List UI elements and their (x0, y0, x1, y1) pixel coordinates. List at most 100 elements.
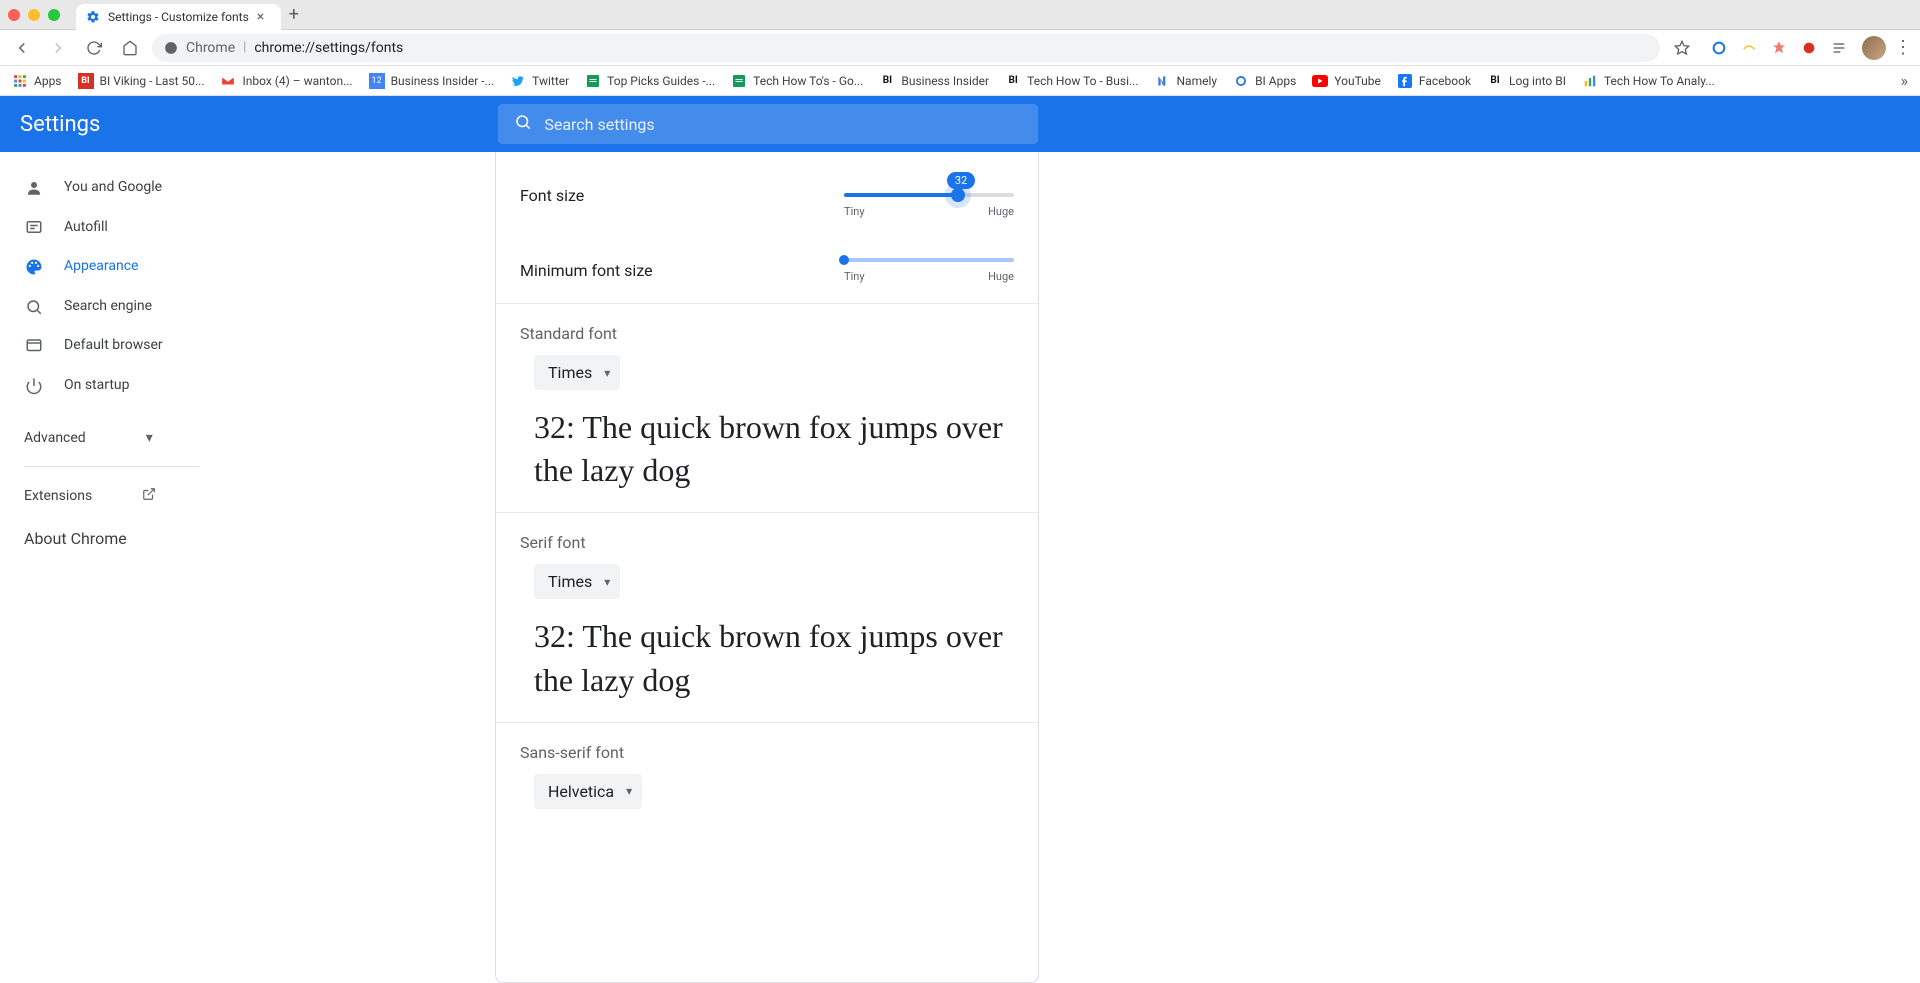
settings-main: Font size 32 Tiny Huge Minimum font size (256, 152, 1920, 983)
sheets-icon (585, 73, 601, 89)
bookmark-item[interactable]: Top Picks Guides -... (585, 73, 715, 89)
divider (24, 466, 199, 467)
extension-icon-4[interactable] (1800, 39, 1818, 57)
settings-sidebar: You and Google Autofill Appearance Searc… (0, 152, 256, 983)
sidebar-about-chrome[interactable]: About Chrome (0, 517, 256, 560)
bookmark-item[interactable]: BIBusiness Insider (879, 73, 989, 89)
bookmark-item[interactable]: Twitter (510, 73, 569, 89)
sidebar-item-on-startup[interactable]: On startup (0, 366, 248, 406)
bi-icon: BI (1005, 73, 1021, 89)
settings-header: Settings Search settings (0, 96, 1920, 152)
min-font-size-row: Minimum font size Tiny Huge (496, 238, 1038, 304)
tab-title: Settings - Customize fonts (108, 10, 249, 24)
minimize-window-button[interactable] (28, 9, 40, 21)
power-icon (24, 377, 44, 395)
sans-serif-font-select[interactable]: Helvetica (534, 774, 642, 809)
external-link-icon (142, 487, 156, 505)
extension-icon-2[interactable] (1740, 39, 1758, 57)
chevron-down-icon: ▾ (146, 430, 153, 446)
bookmark-item[interactable]: BIBI Viking - Last 50... (78, 73, 205, 89)
standard-font-select[interactable]: Times (534, 355, 620, 390)
reading-list-icon[interactable] (1830, 39, 1848, 57)
traffic-lights (8, 9, 60, 21)
font-size-label: Font size (520, 186, 584, 205)
sidebar-item-appearance[interactable]: Appearance (0, 247, 248, 287)
sidebar-extensions[interactable]: Extensions (0, 475, 256, 517)
sidebar-advanced-toggle[interactable]: Advanced▾ (0, 418, 256, 458)
font-size-row: Font size 32 Tiny Huge (496, 152, 1038, 238)
site-info-icon[interactable] (164, 41, 178, 55)
extension-icon-3[interactable] (1770, 39, 1788, 57)
omnibox-prefix: Chrome (186, 40, 235, 56)
analytics-icon (1582, 73, 1598, 89)
gear-icon (86, 10, 100, 24)
sidebar-item-search-engine[interactable]: Search engine (0, 287, 248, 327)
min-font-size-slider[interactable]: Tiny Huge (844, 258, 1014, 283)
bookmark-item[interactable]: Tech How To's - Go... (731, 73, 863, 89)
bi-icon: BI (78, 73, 94, 89)
slider-thumb[interactable] (951, 188, 965, 202)
star-icon[interactable] (1668, 34, 1696, 62)
sidebar-item-you-and-google[interactable]: You and Google (0, 168, 248, 208)
profile-avatar[interactable] (1862, 36, 1886, 60)
bi-icon: BI (879, 73, 895, 89)
search-settings-input[interactable]: Search settings (498, 104, 1038, 144)
settings-title: Settings (20, 112, 100, 137)
bookmark-item[interactable]: 12Business Insider -... (369, 73, 495, 89)
namely-icon (1155, 73, 1171, 89)
sans-serif-font-title: Sans-serif font (496, 723, 1038, 774)
person-icon (24, 179, 44, 197)
bookmark-item[interactable]: Namely (1155, 73, 1218, 89)
sidebar-item-autofill[interactable]: Autofill (0, 208, 248, 248)
slider-thumb[interactable] (839, 255, 849, 265)
chrome-menu-button[interactable]: ⋮ (1894, 37, 1912, 58)
search-placeholder: Search settings (544, 115, 654, 134)
titlebar: Settings - Customize fonts × + (0, 0, 1920, 30)
forward-button[interactable] (44, 34, 72, 62)
autofill-icon (24, 218, 44, 236)
reload-button[interactable] (80, 34, 108, 62)
bookmark-item[interactable]: Inbox (4) – wanton... (220, 73, 352, 89)
calendar-icon: 12 (369, 73, 385, 89)
bookmarks-overflow-button[interactable]: » (1901, 71, 1909, 90)
close-tab-button[interactable]: × (257, 10, 271, 24)
fullscreen-window-button[interactable] (48, 9, 60, 21)
address-bar[interactable]: Chrome | chrome://settings/fonts (152, 34, 1660, 62)
search-icon (24, 298, 44, 316)
close-window-button[interactable] (8, 9, 20, 21)
bookmark-item[interactable]: BILog into BI (1487, 73, 1566, 89)
new-tab-button[interactable]: + (289, 4, 299, 25)
bookmark-item[interactable]: Facebook (1397, 73, 1471, 89)
gmail-icon (220, 73, 236, 89)
bi-icon: BI (1487, 73, 1503, 89)
serif-font-title: Serif font (496, 513, 1038, 564)
extension-icons (1704, 39, 1854, 57)
facebook-icon (1397, 73, 1413, 89)
bookmark-item[interactable]: YouTube (1312, 73, 1381, 89)
font-size-slider[interactable]: 32 Tiny Huge (844, 172, 1014, 218)
apps-icon (12, 73, 28, 89)
browser-icon (24, 337, 44, 355)
omnibox-url: chrome://settings/fonts (254, 40, 403, 56)
search-icon (514, 113, 532, 135)
bookmarks-bar: Apps BIBI Viking - Last 50... Inbox (4) … (0, 66, 1920, 96)
home-button[interactable] (116, 34, 144, 62)
standard-font-title: Standard font (496, 304, 1038, 355)
bookmark-item[interactable]: BI Apps (1233, 73, 1296, 89)
browser-tab[interactable]: Settings - Customize fonts × (76, 4, 281, 30)
back-button[interactable] (8, 34, 36, 62)
biapps-icon (1233, 73, 1249, 89)
bookmark-item[interactable]: Tech How To Analy... (1582, 73, 1715, 89)
sidebar-item-default-browser[interactable]: Default browser (0, 326, 248, 366)
appearance-icon (24, 258, 44, 276)
fonts-panel: Font size 32 Tiny Huge Minimum font size (495, 152, 1039, 983)
serif-font-select[interactable]: Times (534, 564, 620, 599)
serif-font-preview: 32: The quick brown fox jumps over the l… (496, 607, 1038, 721)
bookmark-apps[interactable]: Apps (12, 73, 62, 89)
standard-font-preview: 32: The quick brown fox jumps over the l… (496, 398, 1038, 512)
bookmark-item[interactable]: BITech How To - Busi... (1005, 73, 1138, 89)
font-size-value: 32 (947, 172, 975, 189)
extension-icon-1[interactable] (1710, 39, 1728, 57)
sheets-icon (731, 73, 747, 89)
twitter-icon (510, 73, 526, 89)
